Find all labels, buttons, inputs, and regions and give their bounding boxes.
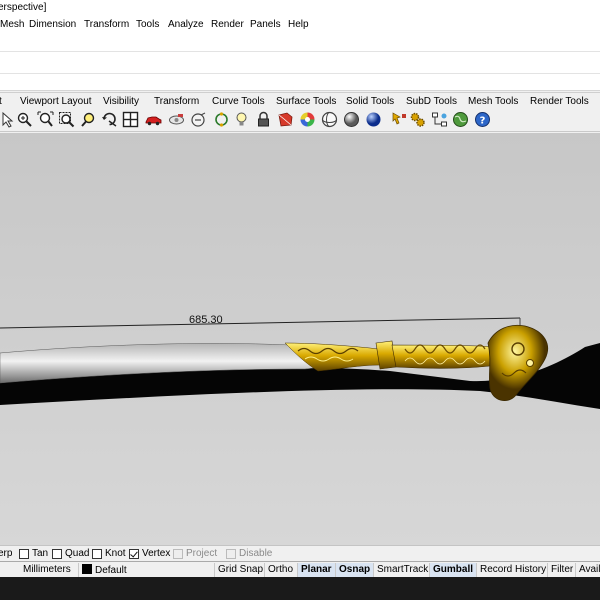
zoom-dynamic-icon[interactable] <box>80 111 97 128</box>
tab-solid-tools[interactable]: Solid Tools <box>346 96 394 107</box>
osnap-quad-checkbox[interactable] <box>52 548 62 559</box>
rendered-sphere-icon[interactable] <box>321 111 338 128</box>
menu-dimension[interactable]: Dimension <box>29 19 76 30</box>
zoom-selected-icon[interactable] <box>58 111 75 128</box>
available-physical-memory: Avail <box>575 563 600 577</box>
ortho-toggle[interactable]: Ortho <box>264 563 296 577</box>
named-view-icon[interactable] <box>168 111 185 128</box>
globe-icon[interactable] <box>452 111 469 128</box>
command-prompt-divider <box>0 73 600 74</box>
zoom-extents-icon[interactable] <box>37 111 54 128</box>
tab-transform[interactable]: Transform <box>154 96 199 107</box>
menu-panels[interactable]: Panels <box>250 19 281 30</box>
osnap-quad-label: Quad <box>65 548 90 559</box>
help-icon[interactable]: ? <box>474 111 491 128</box>
tab-viewport-layout[interactable]: Viewport Layout <box>20 96 92 107</box>
osnap-tan-label: Tan <box>32 548 49 559</box>
osnap-perp-label: erp <box>0 548 13 559</box>
smarttrack-toggle[interactable]: SmartTrack <box>373 563 431 577</box>
svg-text:?: ? <box>480 116 486 127</box>
osnap-vertex-checkbox[interactable] <box>129 548 139 559</box>
menu-analyze[interactable]: Analyze <box>168 19 204 30</box>
menu-transform[interactable]: Transform <box>84 19 129 30</box>
tab-render-tools[interactable]: Render Tools <box>530 96 589 107</box>
osnap-toggle[interactable]: Osnap <box>335 563 374 577</box>
tab-curve-tools[interactable]: Curve Tools <box>212 96 265 107</box>
filter-toggle[interactable]: Filter <box>547 563 576 577</box>
title-bar: erspective] <box>0 0 600 17</box>
layer-display[interactable]: Default <box>78 563 130 577</box>
ghosted-sphere-icon[interactable] <box>343 111 360 128</box>
planar-toggle[interactable]: Planar <box>297 563 335 577</box>
grid-snap-toggle[interactable]: Grid Snap <box>214 563 266 577</box>
osnap-project-checkbox[interactable] <box>173 548 183 559</box>
osnap-bar: erp Tan Quad Knot Vertex Project Disable <box>0 545 600 561</box>
gear-icon[interactable] <box>409 111 426 128</box>
gumball-toggle[interactable]: Gumball <box>429 563 477 577</box>
taskbar <box>0 577 600 600</box>
tab-visibility[interactable]: Visibility <box>103 96 139 107</box>
osnap-vertex[interactable]: Vertex <box>129 548 170 559</box>
tab-surface-tools[interactable]: Surface Tools <box>276 96 336 107</box>
perspective-viewport[interactable]: 685.30 <box>0 133 600 545</box>
command-history-divider <box>0 51 600 52</box>
color-wheel-icon[interactable] <box>299 111 316 128</box>
tab-standard[interactable]: t <box>0 96 2 107</box>
cursor-icon[interactable] <box>0 111 17 128</box>
units-display[interactable]: Millimeters <box>20 563 74 577</box>
dimension-value[interactable]: 685.30 <box>189 314 223 326</box>
rotate-view-icon[interactable] <box>101 111 118 128</box>
zoom-window-icon[interactable] <box>16 111 33 128</box>
osnap-perp[interactable]: erp <box>0 548 12 559</box>
osnap-knot[interactable]: Knot <box>92 548 126 559</box>
osnap-project[interactable]: Project <box>173 548 217 559</box>
osnap-disable[interactable]: Disable <box>226 548 272 559</box>
osnap-disable-checkbox[interactable] <box>226 548 236 559</box>
light-bulb-icon[interactable] <box>233 111 250 128</box>
menu-render[interactable]: Render <box>211 19 244 30</box>
tab-mesh-tools[interactable]: Mesh Tools <box>468 96 518 107</box>
osnap-vertex-label: Vertex <box>142 548 171 559</box>
lock-icon[interactable] <box>255 111 272 128</box>
record-history-toggle[interactable]: Record History <box>476 563 549 577</box>
viewport-scene <box>0 133 600 545</box>
layer-name: Default <box>95 565 127 576</box>
tab-subd-tools[interactable]: SubD Tools <box>406 96 457 107</box>
shaded-icon[interactable] <box>277 111 294 128</box>
toolbar-tab-bar: t Viewport Layout Visibility Transform C… <box>0 92 600 108</box>
menu-mesh[interactable]: Mesh <box>0 19 24 30</box>
blue-sphere-icon[interactable] <box>365 111 382 128</box>
icon-toolbar: ? <box>0 108 600 132</box>
car-icon[interactable] <box>145 111 162 128</box>
osnap-knot-label: Knot <box>105 548 126 559</box>
diagram-icon[interactable] <box>431 111 448 128</box>
osnap-icon[interactable] <box>213 111 230 128</box>
osnap-knot-checkbox[interactable] <box>92 548 102 559</box>
command-area[interactable] <box>0 33 600 91</box>
menu-help[interactable]: Help <box>288 19 309 30</box>
osnap-tan-checkbox[interactable] <box>19 548 29 559</box>
osnap-quad[interactable]: Quad <box>52 548 89 559</box>
layer-color-swatch <box>82 564 92 574</box>
viewport-grid-icon[interactable] <box>122 111 139 128</box>
osnap-project-label: Project <box>186 548 218 559</box>
menu-bar: Mesh Dimension Transform Tools Analyze R… <box>0 17 600 33</box>
camera-icon[interactable] <box>190 111 207 128</box>
menu-tools[interactable]: Tools <box>136 19 159 30</box>
window-title: erspective] <box>0 2 47 13</box>
osnap-disable-label: Disable <box>239 548 273 559</box>
status-bar: Millimeters Default Grid Snap Ortho Plan… <box>0 562 600 577</box>
osnap-tan[interactable]: Tan <box>19 548 48 559</box>
pointer-flag-icon[interactable] <box>391 111 408 128</box>
